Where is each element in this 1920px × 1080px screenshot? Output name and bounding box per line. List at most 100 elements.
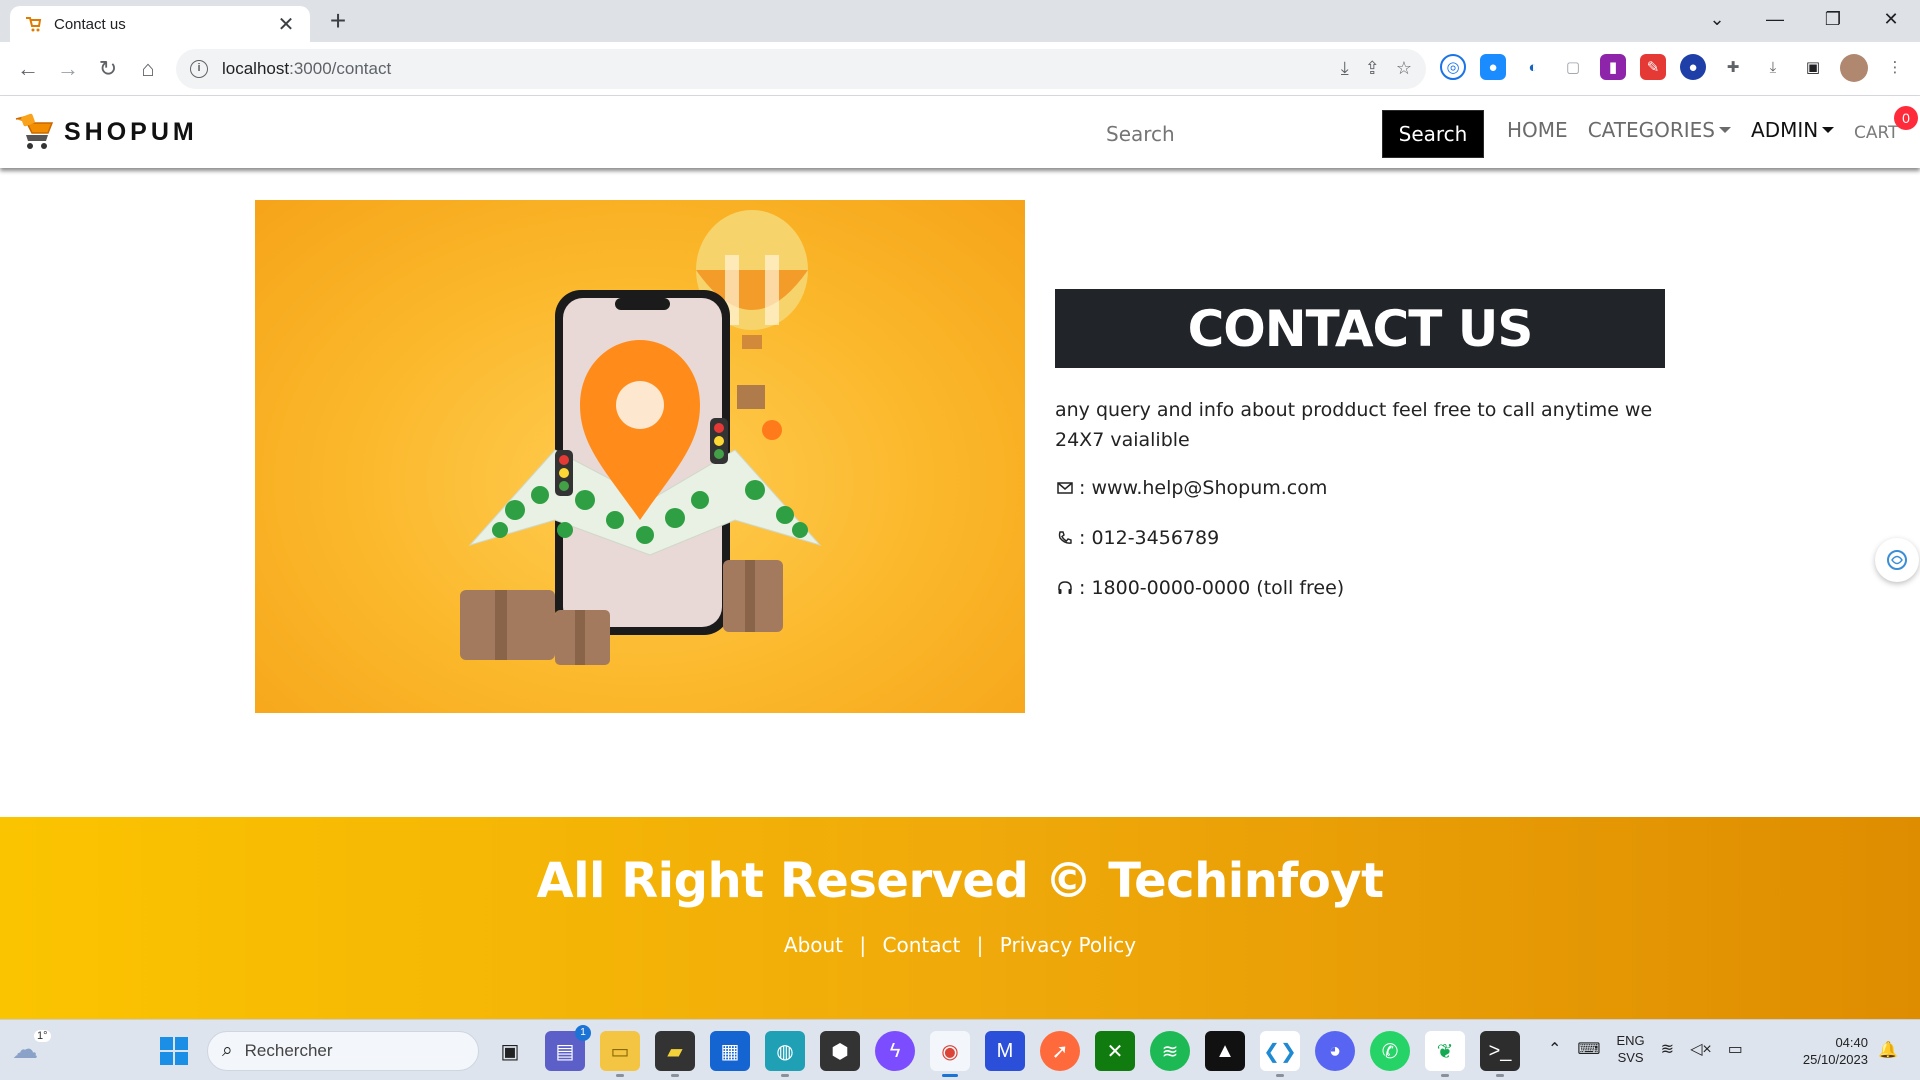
footer-separator: | [976, 933, 984, 957]
close-window-button[interactable]: ✕ [1862, 0, 1920, 38]
clock-time: 04:40 [1835, 1035, 1868, 1050]
profile-avatar[interactable] [1840, 54, 1868, 82]
taskbar-search-placeholder: Rechercher [244, 1041, 333, 1060]
task-view-icon[interactable]: ▣ [490, 1031, 530, 1071]
site-info-icon[interactable]: i [190, 60, 208, 78]
tray-chevron-up-icon[interactable]: ⌃ [1548, 1039, 1561, 1059]
battery-icon[interactable]: ▭ [1728, 1039, 1743, 1059]
address-bar[interactable]: i localhost:3000/contact ⤓ ⇪ ☆ [176, 49, 1426, 89]
mongodb-icon[interactable]: ❦ [1425, 1031, 1465, 1077]
microsoft-store-icon[interactable]: ▦ [710, 1031, 750, 1071]
caret-down-icon [1822, 127, 1835, 133]
footer-about-link[interactable]: About [784, 933, 843, 957]
browser-tab[interactable]: Contact us ✕ [10, 6, 310, 42]
minimize-button[interactable]: — [1746, 0, 1804, 38]
contact-illustration [255, 200, 1025, 713]
new-tab-button[interactable]: + [324, 6, 352, 36]
volume-muted-icon[interactable]: ◁× [1690, 1039, 1712, 1059]
clock[interactable]: 04:40 25/10/2023 [1780, 1034, 1868, 1068]
wifi-icon[interactable]: ≋ [1661, 1039, 1674, 1059]
caret-down-icon [1719, 127, 1732, 133]
windows-taskbar: ☁ 1° ⌕ Rechercher ▣ ▤ 1 ▭ ▰ ▦ ◍ ⬢ ϟ ◉ M ➚… [0, 1019, 1920, 1080]
push-pin-graphic [762, 420, 782, 440]
floating-assistant-icon[interactable] [1875, 538, 1919, 582]
home-button[interactable]: ⌂ [134, 55, 162, 83]
nav-home-link[interactable]: HOME [1507, 118, 1568, 142]
site-favicon-icon [24, 15, 42, 33]
messenger-icon[interactable]: ϟ [875, 1031, 915, 1071]
whatsapp-icon[interactable]: ✆ [1370, 1031, 1410, 1071]
downloads-icon[interactable]: ⤓ [1760, 54, 1786, 80]
contact-email: : www.help@Shopum.com [1079, 477, 1328, 499]
terminal-icon[interactable]: >_ [1480, 1031, 1520, 1077]
taskbar-search[interactable]: ⌕ Rechercher [207, 1031, 479, 1071]
extensions-puzzle-icon[interactable]: ✚ [1720, 54, 1746, 80]
nav-cart-link[interactable]: CART [1854, 123, 1898, 143]
nav-categories-dropdown[interactable]: CATEGORIES [1588, 118, 1732, 142]
contact-email-line: : www.help@Shopum.com [1055, 477, 1327, 499]
extension-6-icon[interactable]: ✎ [1640, 54, 1666, 80]
discord-icon[interactable]: ◕ [1315, 1031, 1355, 1071]
cart-count-badge: 0 [1894, 106, 1918, 130]
extensions-bar: ◎ ● ◐ ▢ ▮ ✎ ● ✚ ⤓ ▣ ⋮ [1440, 54, 1908, 82]
tab-search-chevron-icon[interactable]: ⌄ [1688, 0, 1746, 38]
restore-button[interactable]: ❐ [1804, 0, 1862, 38]
search-input[interactable] [1092, 110, 1382, 158]
omnibox-actions: ⤓ ⇪ ☆ [1341, 58, 1412, 79]
chrome-icon[interactable]: ◉ [930, 1031, 970, 1077]
search-button[interactable]: Search [1382, 110, 1484, 158]
forward-button[interactable]: → [54, 55, 82, 83]
install-app-icon[interactable]: ⤓ [1341, 58, 1349, 79]
bookmark-star-icon[interactable]: ☆ [1396, 58, 1412, 79]
spotify-icon[interactable]: ≋ [1150, 1031, 1190, 1071]
footer-links: About | Contact | Privacy Policy [0, 933, 1920, 957]
notification-bell-icon[interactable]: 🔔 [1878, 1040, 1898, 1060]
footer-privacy-link[interactable]: Privacy Policy [1000, 933, 1136, 957]
chat-badge: 1 [575, 1025, 591, 1041]
envelope-icon [1055, 478, 1075, 498]
extension-1-icon[interactable]: ◎ [1440, 54, 1466, 80]
contact-tollfree: : 1800-0000-0000 (toll free) [1079, 577, 1345, 599]
tab-close-icon[interactable]: ✕ [276, 12, 296, 37]
postman-icon[interactable]: ➚ [1040, 1031, 1080, 1071]
taskbar-apps: ▣ ▤ 1 ▭ ▰ ▦ ◍ ⬢ ϟ ◉ M ➚ ✕ ≋ ▲ ❮❯ ◕ ✆ ❦ >_ [490, 1025, 1520, 1077]
sticky-notes-icon[interactable]: ▰ [655, 1031, 695, 1077]
url-text: localhost:3000/contact [222, 59, 392, 78]
browser-toolbar: ← → ↻ ⌂ i localhost:3000/contact ⤓ ⇪ ☆ ◎… [0, 42, 1920, 96]
extension-2-icon[interactable]: ● [1480, 54, 1506, 80]
start-button[interactable] [160, 1037, 188, 1065]
affinity-icon[interactable]: ▲ [1205, 1031, 1245, 1071]
contact-heading-box: CONTACT US [1055, 289, 1665, 368]
extension-5-icon[interactable]: ▮ [1600, 54, 1626, 80]
site-navbar: SHOPUM Search HOME CATEGORIES ADMIN CART [0, 96, 1920, 168]
reload-button[interactable]: ↻ [94, 55, 122, 83]
weather-widget[interactable]: ☁ 1° [12, 1030, 51, 1065]
window-controls: ⌄ — ❐ ✕ [1688, 0, 1920, 38]
edge-icon[interactable]: ◍ [765, 1031, 805, 1077]
file-explorer-icon[interactable]: ▭ [600, 1031, 640, 1077]
clock-date: 25/10/2023 [1802, 1052, 1868, 1067]
footer-contact-link[interactable]: Contact [883, 933, 961, 957]
back-button[interactable]: ← [14, 55, 42, 83]
language-indicator[interactable]: ENG SVS [1617, 1032, 1645, 1066]
app-cube-icon[interactable]: ⬢ [820, 1031, 860, 1071]
browser-menu-icon[interactable]: ⋮ [1882, 54, 1908, 80]
extension-7-icon[interactable]: ● [1680, 54, 1706, 80]
tab-title: Contact us [54, 15, 126, 33]
keyboard-icon[interactable]: ⌨ [1577, 1039, 1600, 1059]
vscode-icon[interactable]: ❮❯ [1260, 1031, 1300, 1077]
nav-links: HOME CATEGORIES ADMIN [1507, 118, 1854, 142]
share-icon[interactable]: ⇪ [1365, 58, 1380, 79]
xbox-icon[interactable]: ✕ [1095, 1031, 1135, 1071]
extension-3-icon[interactable]: ◐ [1520, 54, 1546, 80]
app-m-icon[interactable]: M [985, 1031, 1025, 1071]
side-panel-icon[interactable]: ▣ [1800, 54, 1826, 80]
teams-chat-icon[interactable]: ▤ 1 [545, 1025, 591, 1071]
phone-icon [1055, 528, 1075, 548]
footer-separator: | [859, 933, 867, 957]
extension-4-icon[interactable]: ▢ [1560, 54, 1586, 80]
nav-admin-dropdown[interactable]: ADMIN [1751, 118, 1835, 142]
browser-tab-strip: Contact us ✕ + ⌄ — ❐ ✕ [0, 0, 1920, 42]
system-tray: ⌃ ⌨ ENG SVS ≋ ◁× ▭ [1548, 1032, 1743, 1066]
brand-link[interactable]: SHOPUM [14, 113, 198, 151]
